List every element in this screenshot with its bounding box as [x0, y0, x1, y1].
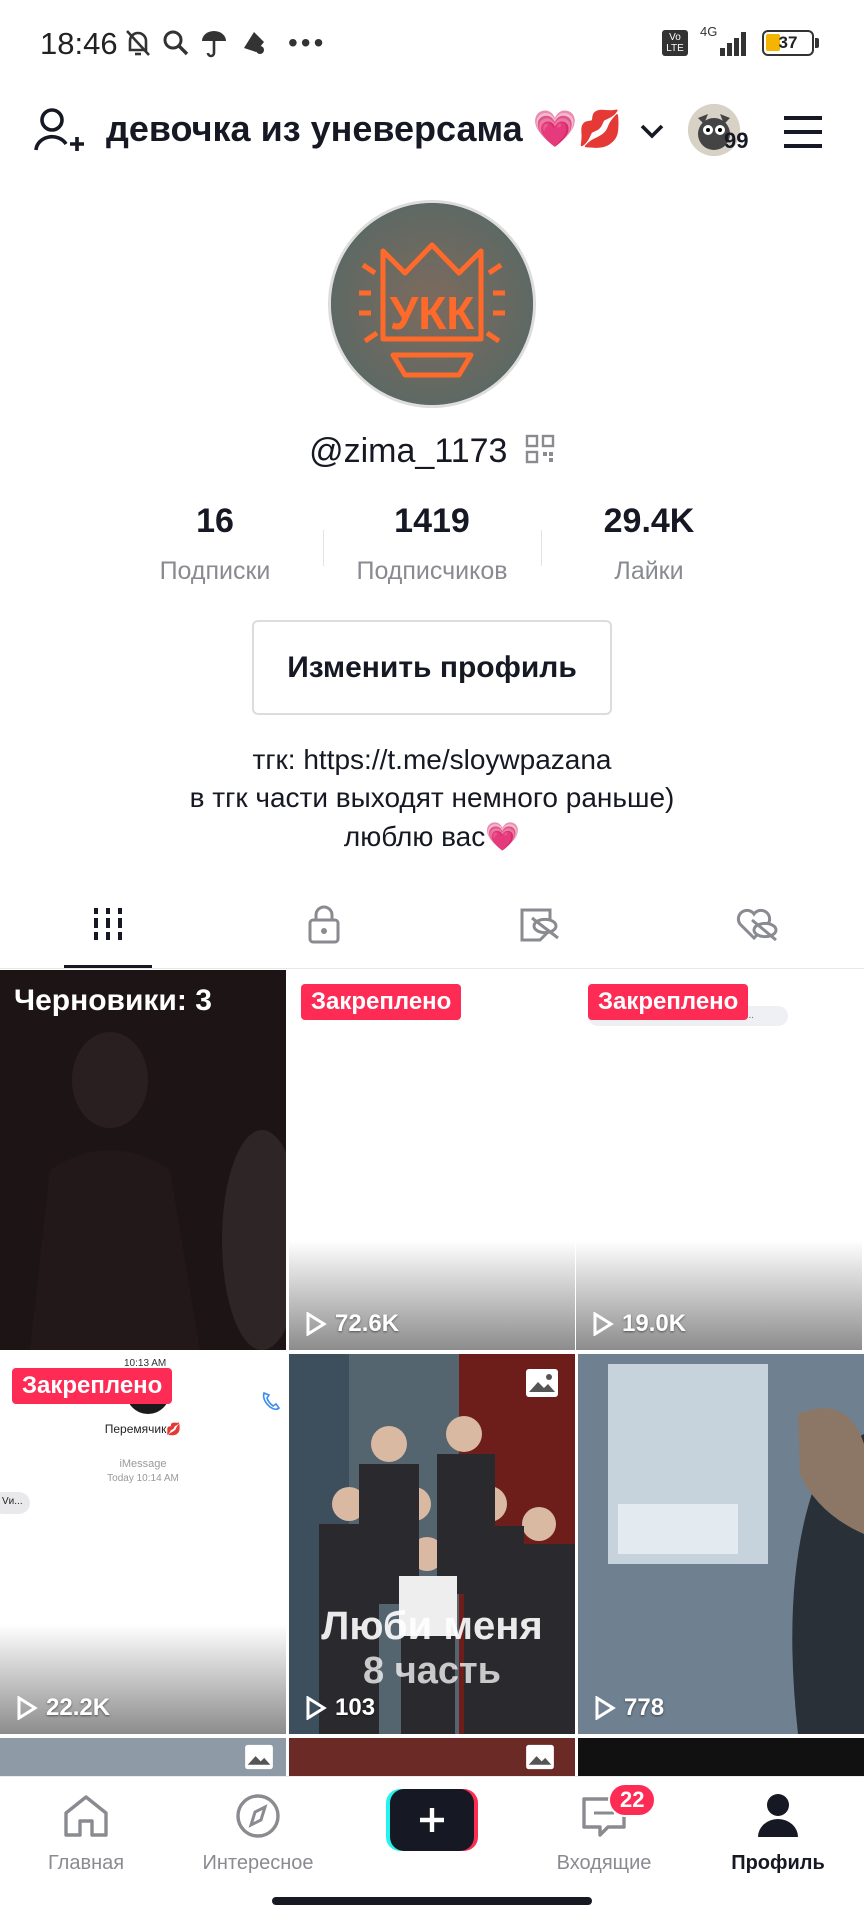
photo-caption-line1: Люби меня: [321, 1604, 543, 1648]
qr-code-icon[interactable]: [525, 434, 555, 473]
bio-line: люблю вас💗: [343, 821, 521, 852]
video-tile[interactable]: 778: [578, 1354, 864, 1734]
tab-divider: [0, 968, 864, 969]
battery-icon: 37: [762, 26, 819, 60]
profile-icon: [758, 1794, 798, 1837]
thumb-contact-name: Перемячик💋: [104, 1422, 182, 1436]
status-time: 18:46: [40, 26, 118, 61]
chevron-down-icon[interactable]: [638, 120, 666, 147]
pinned-badge: Закреплено: [12, 1368, 173, 1404]
nav-profile[interactable]: Профиль: [692, 1791, 864, 1875]
umbrella-icon: [200, 26, 228, 60]
videos-grid-icon: [94, 908, 122, 940]
pinned-badge: Закреплено: [301, 984, 462, 1020]
followers-count: 1419: [394, 502, 470, 540]
view-count: 22.2K: [16, 1694, 110, 1722]
home-icon: [64, 1795, 108, 1837]
nav-home[interactable]: Главная: [0, 1791, 172, 1875]
thumb-imessage: iMessage: [119, 1458, 167, 1470]
app-notification-icon: [240, 26, 268, 60]
bio-line: в тгк части выходят немного раньше): [189, 782, 675, 813]
tab-videos[interactable]: [0, 880, 216, 968]
add-friend-icon[interactable]: [34, 106, 88, 161]
photo-carousel-icon: [526, 1744, 554, 1770]
profile-avatar[interactable]: УКК: [328, 200, 536, 408]
nav-explore[interactable]: Интересное: [172, 1791, 344, 1875]
phone-icon: [262, 1391, 281, 1411]
muted-bell-icon: [124, 26, 152, 60]
menu-icon[interactable]: [782, 114, 824, 155]
profile-handle: @zima_1173: [0, 432, 864, 473]
svg-text:УКК: УКК: [390, 287, 476, 339]
video-tile[interactable]: тумба смирись его уже тут нету... Закреп…: [576, 970, 862, 1350]
likes-label: Лайки: [614, 557, 684, 585]
tab-private[interactable]: [216, 880, 432, 968]
volte-icon: Vo LTE: [662, 26, 688, 60]
following-count: 16: [196, 502, 234, 540]
photo-tile[interactable]: Люби меня 8 часть 103: [289, 1354, 575, 1734]
followers-stat[interactable]: 1419 Подписчиков: [322, 502, 542, 586]
status-bar: 18:46 ••• Vo LTE 4G 37: [0, 0, 864, 92]
likes-stat[interactable]: 29.4K Лайки: [539, 502, 759, 586]
handle-text: @zima_1173: [309, 432, 508, 470]
following-label: Подписки: [159, 557, 271, 585]
view-count: 103: [305, 1694, 375, 1722]
video-tile[interactable]: [578, 1738, 864, 1778]
plus-icon: [420, 1808, 444, 1832]
repost-hidden-icon: [520, 908, 559, 942]
tab-liked[interactable]: [648, 880, 864, 968]
view-count: 72.6K: [305, 1310, 399, 1338]
video-tile[interactable]: Закреплено 72.6K: [289, 970, 575, 1350]
compass-icon: [236, 1794, 280, 1838]
view-count: 778: [594, 1694, 664, 1722]
photo-carousel-icon: [245, 1744, 273, 1770]
notification-count: 99: [724, 128, 749, 153]
more-notifications-icon: •••: [288, 27, 327, 58]
followers-label: Подписчиков: [356, 557, 508, 585]
bio-line: тгк: https://t.me/sloywpazana: [252, 744, 612, 775]
liked-hidden-icon: [736, 908, 778, 942]
likes-count: 29.4K: [603, 502, 695, 540]
video-tile[interactable]: 10:13 AM Перемячик💋 iMessage Today 10:14…: [0, 1354, 286, 1734]
photo-carousel-icon: [526, 1369, 558, 1397]
account-switcher-title[interactable]: девочка из уневерсама 💗💋: [106, 108, 622, 150]
thumb-date: Today 10:14 AM: [107, 1473, 179, 1484]
drafts-tile[interactable]: Черновики: 3: [0, 970, 286, 1350]
drafts-label: Черновики: 3: [14, 984, 212, 1017]
photo-tile[interactable]: [289, 1738, 575, 1778]
search-icon: [162, 26, 190, 60]
edit-profile-button[interactable]: Изменить профиль: [252, 620, 612, 715]
thumb-bubble: Vи...: [0, 1492, 30, 1514]
pinned-badge: Закреплено: [588, 984, 749, 1020]
inbox-badge: 22: [608, 1783, 657, 1817]
photo-caption-line2: 8 часть: [363, 1650, 501, 1692]
nav-inbox[interactable]: Входящие 22: [518, 1783, 690, 1875]
home-indicator: [272, 1897, 592, 1905]
signal-icon: 4G: [698, 24, 754, 60]
video-tile[interactable]: [0, 1738, 286, 1778]
following-stat[interactable]: 16 Подписки: [105, 502, 325, 586]
tab-reposts[interactable]: [432, 880, 648, 968]
lock-icon: [308, 905, 340, 944]
view-count: 19.0K: [592, 1310, 686, 1338]
create-button[interactable]: [386, 1789, 478, 1851]
